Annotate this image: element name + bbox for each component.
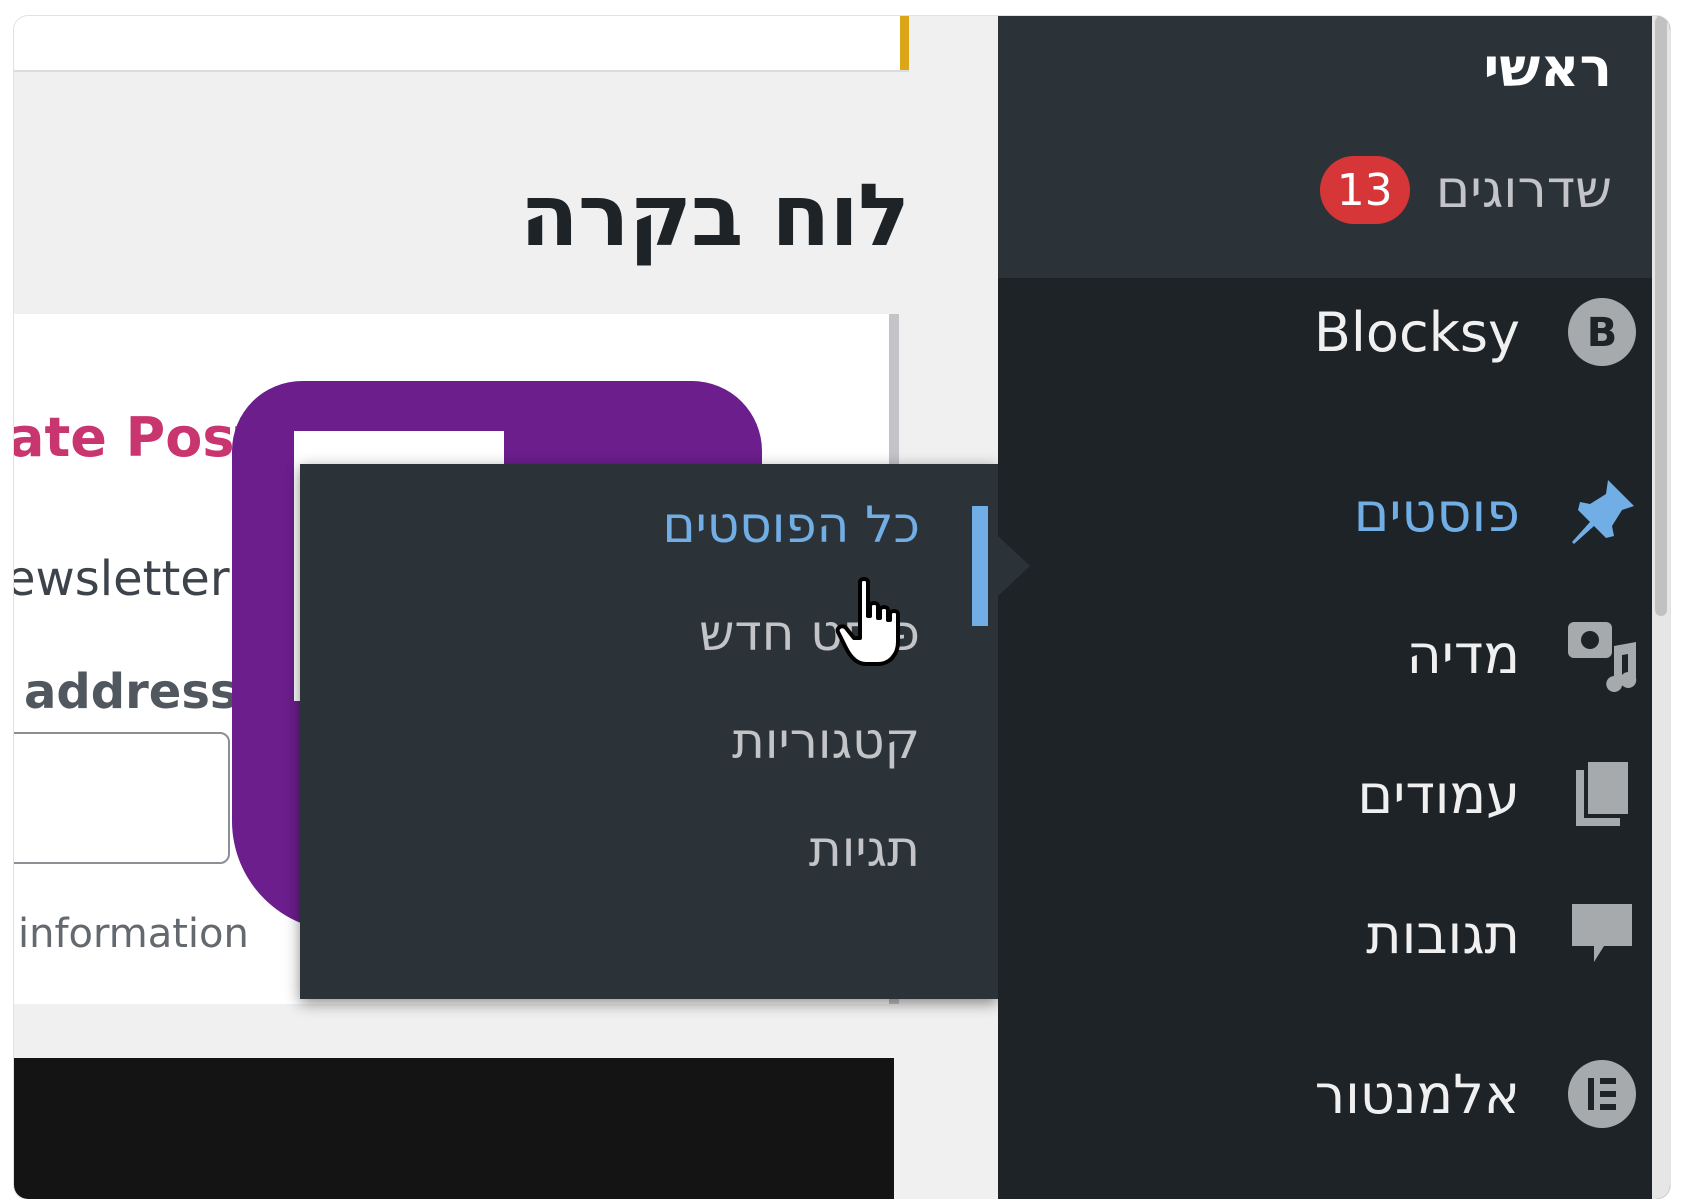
elementor-icon: [1564, 1056, 1640, 1132]
notice-accent: [900, 16, 909, 70]
scrollbar-thumb[interactable]: [1655, 16, 1667, 616]
submenu-current-indicator: [972, 506, 988, 626]
sidebar-item-updates[interactable]: שדרוגים 13: [1319, 156, 1612, 224]
sidebar-item-label: Blocksy: [1313, 300, 1520, 364]
submenu-item-tags[interactable]: תגיות: [809, 820, 920, 878]
admin-sidebar: ראשי שדרוגים 13 B Blocksy פוסטים מדיה עמ…: [998, 16, 1670, 1199]
sidebar-item-pages[interactable]: עמודים: [1357, 756, 1640, 832]
pages-icon: [1564, 756, 1640, 832]
updates-count-badge: 13: [1319, 156, 1410, 224]
dark-banner: [14, 1058, 894, 1199]
posts-submenu: כל הפוסטים פוסט חדש קטגוריות תגיות: [300, 464, 998, 999]
app-frame: לוח בקרה ate Post ewsletter address info…: [14, 16, 1670, 1199]
sidebar-scrollbar[interactable]: [1652, 16, 1670, 1199]
email-field[interactable]: [14, 732, 230, 864]
sidebar-item-elementor[interactable]: אלמנטור: [1315, 1056, 1640, 1132]
svg-text:B: B: [1587, 310, 1618, 356]
updates-label: שדרוגים: [1435, 160, 1612, 220]
sidebar-item-comments[interactable]: תגובות: [1366, 896, 1640, 972]
sidebar-item-label: מדיה: [1406, 622, 1520, 686]
widget-field-label: address: [24, 664, 239, 720]
sidebar-item-label: תגובות: [1366, 902, 1520, 966]
sidebar-item-media[interactable]: מדיה: [1406, 616, 1640, 692]
blocksy-icon: B: [1564, 294, 1640, 370]
sidebar-item-home[interactable]: ראשי: [1483, 36, 1612, 99]
sidebar-item-posts[interactable]: פוסטים: [1354, 474, 1640, 550]
submenu-item-all-posts[interactable]: כל הפוסטים: [663, 496, 921, 554]
sidebar-item-label: עמודים: [1357, 762, 1520, 826]
sidebar-item-label: אלמנטור: [1314, 1062, 1520, 1126]
widget-note: information: [18, 911, 249, 957]
submenu-arrow: [998, 536, 1030, 596]
notice-bar: [14, 16, 909, 72]
page-title: לוח בקרה: [519, 166, 910, 266]
sidebar-item-blocksy[interactable]: B Blocksy: [1314, 294, 1640, 370]
submenu-item-categories[interactable]: קטגוריות: [732, 712, 920, 770]
widget-title[interactable]: ate Post: [14, 406, 260, 469]
widget-text: ewsletter: [14, 551, 230, 607]
sidebar-item-label: פוסטים: [1353, 480, 1520, 544]
hand-cursor-icon: [834, 576, 914, 672]
pin-icon: [1564, 474, 1640, 550]
media-icon: [1564, 616, 1640, 692]
comments-icon: [1564, 896, 1640, 972]
